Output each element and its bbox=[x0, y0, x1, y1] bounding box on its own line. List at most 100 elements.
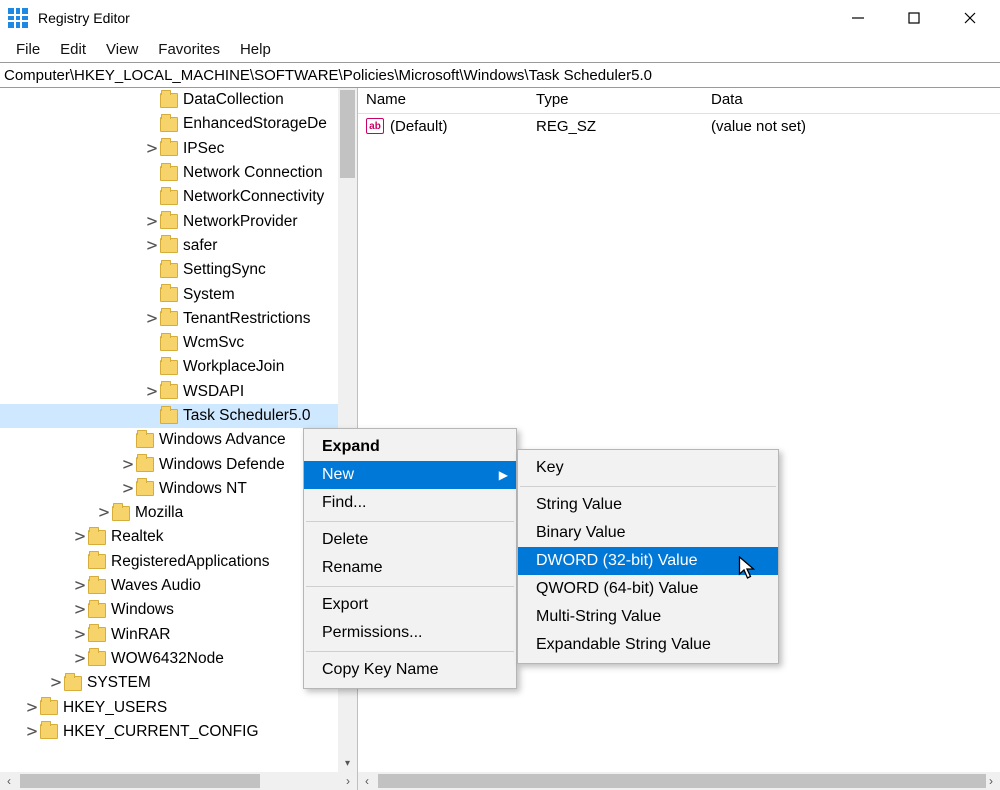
menu-separator bbox=[306, 651, 514, 652]
ctx-new-qword[interactable]: QWORD (64-bit) Value bbox=[518, 575, 778, 603]
expand-toggle-icon[interactable]: > bbox=[120, 482, 136, 496]
tree-item-label: Waves Audio bbox=[111, 577, 201, 595]
ctx-delete[interactable]: Delete bbox=[304, 526, 516, 554]
scrollbar-track[interactable] bbox=[18, 772, 339, 790]
tree-item[interactable]: System bbox=[0, 282, 357, 306]
address-bar[interactable]: Computer\HKEY_LOCAL_MACHINE\SOFTWARE\Pol… bbox=[0, 62, 1000, 88]
folder-icon bbox=[160, 263, 178, 278]
folder-icon bbox=[88, 530, 106, 545]
list-horizontal-scrollbar[interactable]: ‹ › bbox=[358, 772, 1000, 790]
tree-item[interactable]: EnhancedStorageDe bbox=[0, 112, 357, 136]
ctx-new-string[interactable]: String Value bbox=[518, 491, 778, 519]
tree-item[interactable]: > IPSec bbox=[0, 137, 357, 161]
expand-toggle-icon[interactable]: > bbox=[72, 628, 88, 642]
ctx-new[interactable]: New▶ bbox=[304, 461, 516, 489]
expand-toggle-icon[interactable]: > bbox=[144, 239, 160, 253]
tree-item-label: System bbox=[183, 286, 235, 304]
tree-item-label: IPSec bbox=[183, 140, 224, 158]
scroll-left-icon[interactable]: ‹ bbox=[0, 774, 18, 788]
context-submenu-new: Key String Value Binary Value DWORD (32-… bbox=[517, 449, 779, 664]
tree-item-label: SettingSync bbox=[183, 261, 266, 279]
string-value-icon: ab bbox=[366, 118, 384, 134]
tree-item-label: TenantRestrictions bbox=[183, 310, 311, 328]
tree-item[interactable]: > TenantRestrictions bbox=[0, 307, 357, 331]
expand-toggle-icon[interactable]: > bbox=[96, 506, 112, 520]
tree-item[interactable]: WcmSvc bbox=[0, 331, 357, 355]
tree-item-label: WorkplaceJoin bbox=[183, 358, 284, 376]
tree-item[interactable]: > NetworkProvider bbox=[0, 209, 357, 233]
tree-item[interactable]: > WSDAPI bbox=[0, 380, 357, 404]
folder-icon bbox=[160, 166, 178, 181]
scrollbar-thumb[interactable] bbox=[378, 774, 986, 788]
ctx-expand[interactable]: Expand bbox=[304, 433, 516, 461]
tree-item-label: WOW6432Node bbox=[111, 650, 224, 668]
minimize-button[interactable] bbox=[830, 0, 886, 36]
tree-item-label: NetworkProvider bbox=[183, 213, 298, 231]
ctx-new-binary[interactable]: Binary Value bbox=[518, 519, 778, 547]
scroll-right-icon[interactable]: › bbox=[339, 774, 357, 788]
scroll-left-icon[interactable]: ‹ bbox=[358, 774, 376, 788]
scrollbar-thumb[interactable] bbox=[340, 90, 355, 178]
tree-item[interactable]: >safer bbox=[0, 234, 357, 258]
expand-toggle-icon[interactable]: > bbox=[48, 676, 64, 690]
folder-icon bbox=[160, 311, 178, 326]
tree-item[interactable]: >HKEY_CURRENT_CONFIG bbox=[0, 720, 357, 744]
scrollbar-track[interactable] bbox=[376, 772, 982, 790]
ctx-find[interactable]: Find... bbox=[304, 489, 516, 517]
ctx-new-expandable-string[interactable]: Expandable String Value bbox=[518, 631, 778, 659]
tree-item-label: Network Connection bbox=[183, 164, 323, 182]
tree-item[interactable]: Network Connection bbox=[0, 161, 357, 185]
tree-item-label: Windows Defende bbox=[159, 456, 285, 474]
column-name[interactable]: Name bbox=[358, 88, 528, 113]
expand-toggle-icon[interactable]: > bbox=[72, 530, 88, 544]
tree-item-label: Windows NT bbox=[159, 480, 247, 498]
expand-toggle-icon[interactable]: > bbox=[72, 603, 88, 617]
expand-toggle-icon[interactable]: > bbox=[144, 385, 160, 399]
expand-toggle-icon[interactable]: > bbox=[120, 458, 136, 472]
tree-item[interactable]: WorkplaceJoin bbox=[0, 355, 357, 379]
column-type[interactable]: Type bbox=[528, 88, 703, 113]
value-name: (Default) bbox=[390, 118, 536, 135]
folder-icon bbox=[64, 676, 82, 691]
expand-toggle-icon[interactable]: > bbox=[24, 725, 40, 739]
tree-item-label: WSDAPI bbox=[183, 383, 244, 401]
list-row[interactable]: ab (Default) REG_SZ (value not set) bbox=[358, 114, 1000, 138]
value-type: REG_SZ bbox=[536, 118, 711, 135]
menu-edit[interactable]: Edit bbox=[50, 39, 96, 60]
close-button[interactable] bbox=[942, 0, 998, 36]
expand-toggle-icon[interactable]: > bbox=[72, 579, 88, 593]
menu-view[interactable]: View bbox=[96, 39, 148, 60]
tree-item-label: Mozilla bbox=[135, 504, 183, 522]
menu-favorites[interactable]: Favorites bbox=[148, 39, 230, 60]
tree-item-label: DataCollection bbox=[183, 91, 284, 109]
scroll-down-icon[interactable]: ▾ bbox=[338, 755, 357, 772]
tree-item[interactable]: DataCollection bbox=[0, 88, 357, 112]
tree-item[interactable]: NetworkConnectivity bbox=[0, 185, 357, 209]
tree-item[interactable]: SettingSync bbox=[0, 258, 357, 282]
expand-toggle-icon[interactable]: > bbox=[24, 701, 40, 715]
menu-bar: File Edit View Favorites Help bbox=[0, 36, 1000, 62]
ctx-copy-key-name[interactable]: Copy Key Name bbox=[304, 656, 516, 684]
expand-toggle-icon[interactable]: > bbox=[144, 142, 160, 156]
menu-help[interactable]: Help bbox=[230, 39, 281, 60]
ctx-permissions[interactable]: Permissions... bbox=[304, 619, 516, 647]
ctx-new-dword[interactable]: DWORD (32-bit) Value bbox=[518, 547, 778, 575]
ctx-new-key[interactable]: Key bbox=[518, 454, 778, 482]
tree-horizontal-scrollbar[interactable]: ‹ › bbox=[0, 772, 358, 790]
expand-toggle-icon[interactable]: > bbox=[72, 652, 88, 666]
ctx-rename[interactable]: Rename bbox=[304, 554, 516, 582]
address-text: Computer\HKEY_LOCAL_MACHINE\SOFTWARE\Pol… bbox=[4, 67, 652, 84]
menu-file[interactable]: File bbox=[6, 39, 50, 60]
folder-icon bbox=[40, 700, 58, 715]
maximize-button[interactable] bbox=[886, 0, 942, 36]
column-data[interactable]: Data bbox=[703, 88, 1000, 113]
expand-toggle-icon[interactable]: > bbox=[144, 312, 160, 326]
ctx-new-multi-string[interactable]: Multi-String Value bbox=[518, 603, 778, 631]
tree-item[interactable]: >HKEY_USERS bbox=[0, 695, 357, 719]
folder-icon bbox=[136, 433, 154, 448]
ctx-export[interactable]: Export bbox=[304, 591, 516, 619]
folder-icon bbox=[160, 214, 178, 229]
expand-toggle-icon[interactable]: > bbox=[144, 215, 160, 229]
tree-item[interactable]: Task Scheduler5.0 bbox=[0, 404, 357, 428]
scrollbar-thumb[interactable] bbox=[20, 774, 260, 788]
